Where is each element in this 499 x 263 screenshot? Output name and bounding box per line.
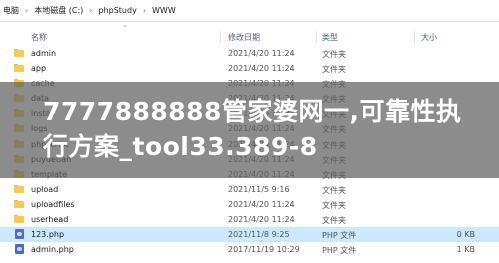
- sort-up-icon: ⌃: [122, 24, 128, 32]
- folder-icon: [14, 199, 24, 208]
- column-header-type[interactable]: 类型: [322, 32, 338, 43]
- file-row[interactable]: admin.php 2017/11/19 10:29 PHP 文件 1 KB: [0, 242, 499, 257]
- column-header-name[interactable]: 名称: [31, 32, 47, 43]
- file-name: 123.php: [31, 230, 65, 240]
- breadcrumb-item-www[interactable]: WWW: [151, 6, 177, 15]
- php-file-icon: [14, 229, 24, 240]
- file-name: admin: [31, 49, 57, 58]
- file-type: 文件夹: [322, 200, 346, 210]
- breadcrumb: 电脑 › 本地磁盘 (C:) › phpStudy › WWW: [0, 0, 499, 22]
- file-row[interactable]: userhead 2021/4/20 11:24 文件夹: [0, 212, 499, 227]
- file-type: 文件夹: [322, 185, 346, 195]
- file-date: 2017/11/19 10:29: [228, 245, 300, 255]
- breadcrumb-item-local-disk[interactable]: 本地磁盘 (C:): [33, 5, 84, 16]
- file-row[interactable]: app 2021/4/20 11:24 文件夹: [0, 61, 499, 76]
- column-divider[interactable]: [316, 31, 317, 43]
- column-divider[interactable]: [414, 31, 415, 43]
- breadcrumb-item-computer[interactable]: 电脑: [2, 5, 20, 16]
- folder-icon: [14, 184, 24, 193]
- file-type: PHP 文件: [322, 246, 357, 256]
- file-row[interactable]: upload 2021/11/5 9:16 文件夹: [0, 182, 499, 197]
- file-type: 文件夹: [322, 216, 346, 226]
- file-row[interactable]: admin 2021/4/20 11:24 文件夹: [0, 46, 499, 61]
- breadcrumb-separator: ›: [25, 6, 29, 15]
- folder-icon: [14, 64, 24, 73]
- file-row[interactable]: 123.php 2021/11/8 9:25 PHP 文件 0 KB: [0, 227, 499, 243]
- file-date: 2021/11/5 9:16: [228, 184, 290, 194]
- column-divider[interactable]: [220, 31, 221, 43]
- column-header-date[interactable]: 修改日期: [228, 32, 260, 43]
- file-row[interactable]: uploadfiles 2021/4/20 11:24 文件夹: [0, 197, 499, 212]
- file-name: uploadfiles: [31, 199, 75, 209]
- file-date: 2021/4/20 11:24: [228, 199, 295, 209]
- file-name: admin.php: [31, 245, 74, 255]
- file-type: 文件夹: [322, 65, 346, 75]
- folder-icon: [14, 215, 24, 224]
- php-file-icon: [14, 244, 24, 255]
- file-date: 2021/11/8 9:25: [228, 230, 290, 240]
- file-type: 文件夹: [322, 50, 346, 59]
- column-header: 名称 ⌃ 修改日期 类型 大小: [0, 24, 499, 46]
- breadcrumb-separator: ›: [89, 6, 93, 15]
- file-name: app: [31, 64, 47, 74]
- file-size: 1 KB: [456, 245, 475, 255]
- folder-icon: [14, 49, 24, 57]
- breadcrumb-separator: ›: [142, 6, 147, 15]
- file-size: 0 KB: [456, 230, 475, 240]
- file-name: userhead: [31, 215, 69, 225]
- breadcrumb-item-phpstudy[interactable]: phpStudy: [97, 6, 137, 15]
- file-name: upload: [31, 184, 59, 194]
- column-header-size[interactable]: 大小: [421, 32, 437, 43]
- watermark-text: 7777888888管家婆网一,可靠性执行方案_tool33.389-8: [43, 97, 462, 161]
- file-date: 2021/4/20 11:24: [228, 215, 295, 225]
- file-date: 2021/4/20 11:24: [228, 64, 295, 74]
- file-type: PHP 文件: [322, 231, 357, 241]
- file-date: 2021/4/20 11:24: [228, 49, 295, 58]
